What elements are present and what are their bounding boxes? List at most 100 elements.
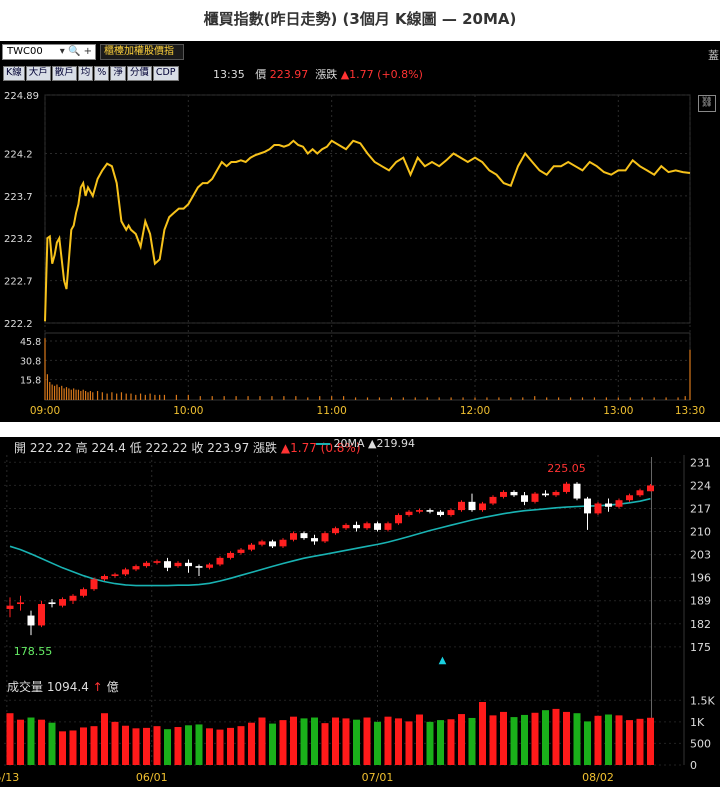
candle-body xyxy=(594,503,602,514)
volume-bar xyxy=(584,721,591,765)
candle-body xyxy=(531,493,539,502)
volume-bar xyxy=(206,728,213,765)
volume-bar xyxy=(479,701,486,765)
extreme-annotation: 225.05 xyxy=(547,462,586,475)
volume-bar xyxy=(90,726,98,765)
open-value: 222.22 xyxy=(29,441,72,455)
symbol-input[interactable]: TWC00 ▾ 🔍 + xyxy=(2,44,96,60)
net-button[interactable]: 淨 xyxy=(110,66,126,81)
low-value: 222.22 xyxy=(145,441,188,455)
quote-time: 13:35 xyxy=(213,68,245,81)
signal-marker: ▲ xyxy=(439,655,447,666)
volume-bar xyxy=(500,711,507,765)
candle-body xyxy=(185,562,192,567)
candle-body xyxy=(458,501,465,511)
kline-quote: 開 222.22 高 224.4 低 222.22 收 223.97 漲跌 ▲1… xyxy=(14,439,361,456)
candle-body xyxy=(510,491,518,496)
volume-tick-label: 1.5K xyxy=(690,694,715,707)
volume-bar xyxy=(27,717,35,765)
date-tick-label: 5/13 xyxy=(0,771,19,784)
volume-bar xyxy=(111,721,119,765)
candle-body xyxy=(248,544,255,550)
cdp-button[interactable]: CDP xyxy=(152,66,179,81)
price-tick-label: 217 xyxy=(690,502,711,515)
candle-body xyxy=(395,515,402,524)
volume-arrow: ↑ xyxy=(92,680,103,694)
volume-bar xyxy=(101,713,108,765)
volume-title: 成交量 xyxy=(7,680,44,694)
volume-bar xyxy=(48,722,56,765)
intraday-quote: 13:35 價 223.97 漲跌 ▲1.77 (+0.8%) xyxy=(213,66,423,82)
volume-bar xyxy=(626,720,633,765)
candle-body xyxy=(300,533,308,539)
price-tick-label: 196 xyxy=(690,572,711,585)
volume-bar xyxy=(573,713,581,765)
date-tick-label: 06/01 xyxy=(136,771,168,784)
major-holders-button[interactable]: 大戶 xyxy=(25,66,51,81)
volume-tick-label: 30.8 xyxy=(20,356,41,367)
candle-body xyxy=(237,549,245,553)
candle-body xyxy=(626,495,633,501)
candle-body xyxy=(122,569,129,575)
link-icon[interactable]: ⛓ xyxy=(698,95,716,112)
date-tick-label: 07/01 xyxy=(362,771,394,784)
volume-bar xyxy=(542,710,549,765)
change-label: 漲跌 xyxy=(315,68,338,81)
volume-bar xyxy=(300,718,308,765)
open-label: 開 xyxy=(14,441,27,455)
search-icon[interactable]: ▾ 🔍 + xyxy=(60,45,92,59)
volume-plot-frame xyxy=(44,332,691,401)
kline-chart: 231 224 217 210 203 196 189 182 175 1.5K 1K 500 0 5/1… xyxy=(0,455,715,784)
candle-body xyxy=(206,564,213,568)
candle-body xyxy=(332,528,339,534)
volume-bar xyxy=(395,718,402,765)
volume-bar xyxy=(216,729,224,765)
price-distribution-button[interactable]: 分價 xyxy=(126,66,152,81)
candle-body xyxy=(573,483,581,499)
ma-label: 20MA xyxy=(333,437,365,450)
ma-value: ▲219.94 xyxy=(368,437,415,450)
candle-body xyxy=(269,541,276,547)
percent-button[interactable]: % xyxy=(94,66,110,81)
volume-bar xyxy=(122,725,129,765)
price-plot-frame xyxy=(44,94,691,324)
candle-body xyxy=(479,503,486,511)
volume-bar xyxy=(521,714,528,765)
candle-body xyxy=(174,562,182,567)
price-tick-label: 224 xyxy=(690,479,711,492)
volume-unit: 億 xyxy=(106,680,119,694)
volume-tick-label: 0 xyxy=(690,759,697,772)
candle-body xyxy=(584,498,591,514)
volume-bar xyxy=(563,711,570,765)
volume-bar xyxy=(552,708,560,765)
volume-bar xyxy=(489,715,497,765)
change-label: 漲跌 xyxy=(253,441,278,455)
candle-body xyxy=(605,503,612,507)
candle-body xyxy=(500,491,507,497)
volume-bar xyxy=(279,720,287,765)
price-value: 223.97 xyxy=(269,68,309,81)
kline-button[interactable]: K線 xyxy=(3,66,25,81)
price-tick-label: 182 xyxy=(690,618,711,631)
volume-bar xyxy=(17,719,24,765)
retail-button[interactable]: 散戶 xyxy=(51,66,77,81)
volume-bar xyxy=(374,721,381,765)
volume-bar xyxy=(164,729,171,765)
time-tick-label: 13:30 xyxy=(675,405,705,417)
volume-bar xyxy=(132,728,140,765)
volume-bar xyxy=(227,727,234,765)
candle-body xyxy=(426,510,434,512)
volume-bar xyxy=(426,721,434,765)
price-tick-label: 203 xyxy=(690,549,711,562)
volume-bar xyxy=(59,731,66,765)
volume-bar xyxy=(510,717,518,765)
candle-body xyxy=(342,524,350,529)
average-button[interactable]: 均 xyxy=(77,66,94,81)
time-tick-label: 09:00 xyxy=(30,405,60,417)
price-tick-label: 223.2 xyxy=(4,234,33,245)
price-tick-label: 222.2 xyxy=(4,319,33,330)
candle-body xyxy=(447,510,455,516)
volume-bar xyxy=(174,727,182,765)
volume-bar xyxy=(153,726,161,765)
volume-bar xyxy=(332,717,339,765)
